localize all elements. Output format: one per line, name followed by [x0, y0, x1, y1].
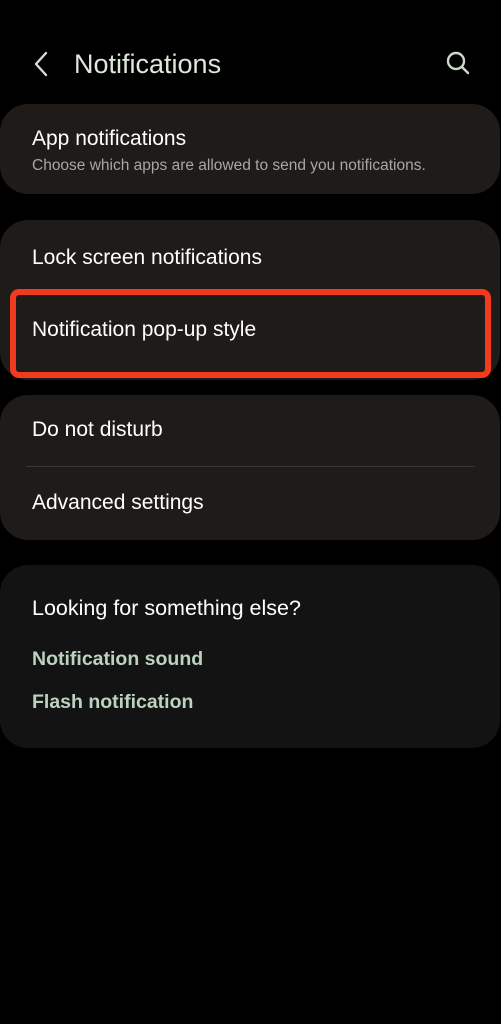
suggestions-heading: Looking for something else?: [32, 596, 301, 620]
notification-popup-style-item[interactable]: Notification pop-up style: [0, 292, 500, 376]
suggestions-card: Looking for something else? Notification…: [0, 565, 500, 748]
do-not-disturb-item[interactable]: Do not disturb: [0, 395, 500, 466]
notification-sound-link[interactable]: Notification sound: [32, 646, 203, 672]
lock-screen-notifications-label: Lock screen notifications: [32, 246, 262, 269]
notification-popup-style-label: Notification pop-up style: [32, 318, 257, 341]
chevron-left-icon: [34, 51, 48, 77]
flash-notification-link[interactable]: Flash notification: [32, 689, 193, 715]
do-not-disturb-label: Do not disturb: [32, 418, 163, 441]
advanced-settings-label: Advanced settings: [32, 491, 204, 514]
app-notifications-title: App notifications: [32, 127, 187, 150]
lock-screen-group-card: Lock screen notifications Notification p…: [0, 220, 500, 380]
app-notifications-subtitle: Choose which apps are allowed to send yo…: [32, 157, 426, 174]
search-icon: [446, 51, 470, 75]
back-button[interactable]: [26, 46, 56, 82]
page-title: Notifications: [74, 49, 222, 79]
dnd-group-card: Do not disturb Advanced settings: [0, 395, 500, 540]
app-notifications-card[interactable]: App notifications Choose which apps are …: [0, 104, 500, 194]
app-header: Notifications: [0, 0, 501, 120]
lock-screen-notifications-item[interactable]: Lock screen notifications: [0, 220, 500, 292]
advanced-settings-item[interactable]: Advanced settings: [0, 467, 500, 539]
search-button[interactable]: [441, 46, 475, 80]
